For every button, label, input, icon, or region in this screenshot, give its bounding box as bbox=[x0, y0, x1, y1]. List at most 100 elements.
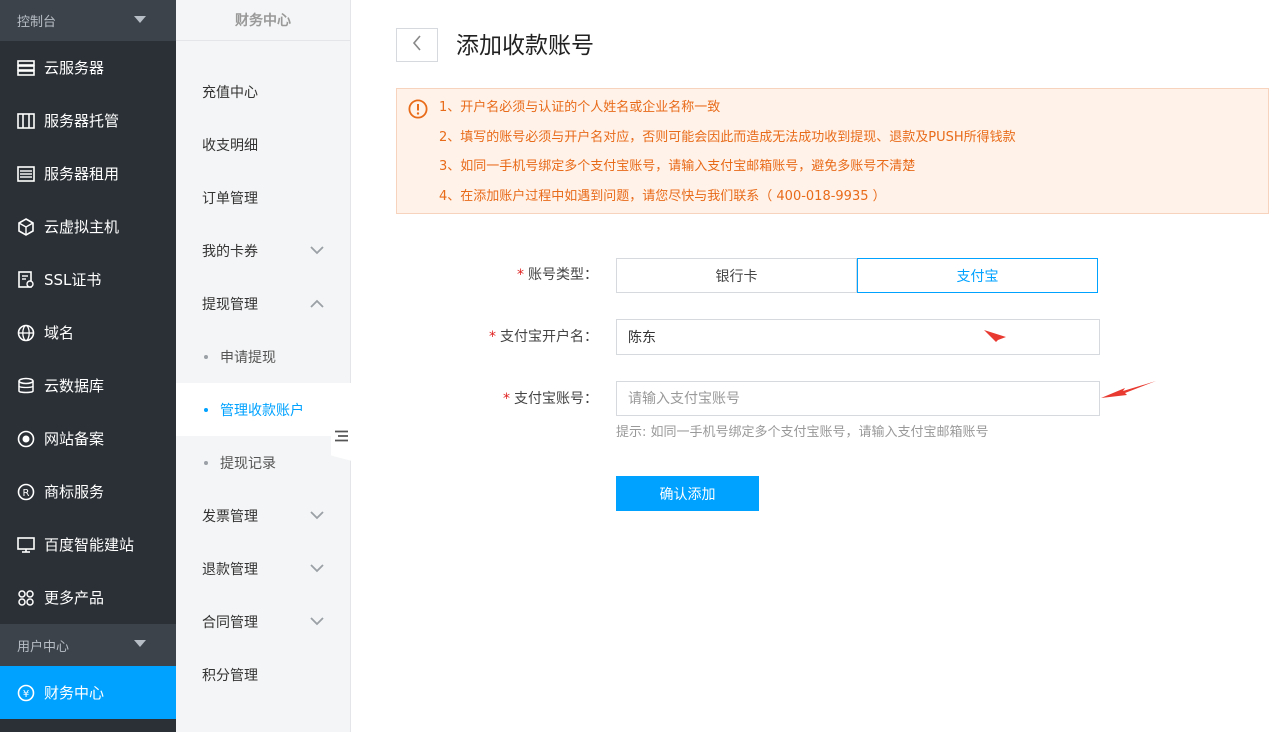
sidebar-item-label: 商标服务 bbox=[44, 483, 105, 501]
subnav-child-withdraw-records[interactable]: 提现记录 bbox=[176, 436, 350, 489]
subnav-item-label: 提现记录 bbox=[220, 455, 276, 472]
trademark-icon: R bbox=[17, 483, 35, 501]
warning-icon bbox=[408, 99, 428, 123]
subnav-item-label: 合同管理 bbox=[202, 614, 258, 631]
back-button[interactable] bbox=[396, 28, 438, 62]
record-icon bbox=[17, 430, 35, 448]
notice-line: 4、在添加账户过程中如遇到问题，请您尽快与我们联系（ 400-018-9935 … bbox=[439, 189, 886, 204]
subnav-item-label: 充值中心 bbox=[202, 84, 258, 101]
subnav-item-transactions[interactable]: 收支明细 bbox=[176, 118, 350, 171]
sidebar-item-server-hosting[interactable]: 服务器托管 bbox=[0, 94, 176, 147]
account-name-label: * 支付宝开户名： bbox=[438, 327, 598, 347]
sidebar-item-label: 更多产品 bbox=[44, 589, 105, 607]
confirm-add-button[interactable]: 确认添加 bbox=[616, 476, 759, 511]
sidebar-item-label: 云数据库 bbox=[44, 377, 105, 395]
main-content: 添加收款账号 1、开户名必须与认证的个人姓名或企业名称一致 2、填写的账号必须与… bbox=[352, 0, 1269, 732]
globe-icon bbox=[17, 324, 35, 342]
sidebar-item-database[interactable]: 云数据库 bbox=[0, 359, 176, 412]
sidebar-item-label: 服务器托管 bbox=[44, 112, 120, 130]
subnav-item-contracts[interactable]: 合同管理 bbox=[176, 595, 350, 648]
sidebar-item-label: 网站备案 bbox=[44, 430, 105, 448]
sidebar-item-more-products[interactable]: 更多产品 bbox=[0, 571, 176, 624]
sidebar-item-ssl[interactable]: SSL证书 bbox=[0, 253, 176, 306]
page-title: 添加收款账号 bbox=[456, 33, 594, 59]
subnav-item-invoices[interactable]: 发票管理 bbox=[176, 489, 350, 542]
subnav-item-orders[interactable]: 订单管理 bbox=[176, 171, 350, 224]
grid-icon bbox=[17, 589, 35, 607]
alipay-account-input[interactable] bbox=[616, 381, 1100, 416]
rack-icon bbox=[17, 112, 35, 130]
sidebar-item-label: 云服务器 bbox=[44, 59, 105, 77]
label-text: 账号类型： bbox=[528, 267, 598, 283]
chevron-down-icon bbox=[310, 243, 324, 259]
database-icon bbox=[17, 377, 35, 395]
notice-line: 1、开户名必须与认证的个人姓名或企业名称一致 bbox=[439, 100, 721, 115]
collapse-subnav-handle[interactable] bbox=[331, 415, 352, 461]
sidebar-item-trademark[interactable]: R 商标服务 bbox=[0, 465, 176, 518]
subnav-item-refunds[interactable]: 退款管理 bbox=[176, 542, 350, 595]
subnav-title: 财务中心 bbox=[176, 0, 350, 41]
required-mark: * bbox=[489, 329, 496, 345]
chevron-up-icon bbox=[310, 296, 324, 312]
sidebar-item-virtual-host[interactable]: 云虚拟主机 bbox=[0, 200, 176, 253]
caret-down-icon bbox=[134, 640, 146, 647]
account-number-label: * 支付宝账号： bbox=[438, 389, 598, 409]
notice-line: 2、填写的账号必须与开户名对应，否则可能会因此而造成无法成功收到提现、退款及PU… bbox=[439, 130, 1016, 145]
subnav-item-label: 收支明细 bbox=[202, 137, 258, 154]
subnav-item-label: 积分管理 bbox=[202, 667, 258, 684]
type-option-alipay[interactable]: 支付宝 bbox=[857, 258, 1098, 293]
notice-box: 1、开户名必须与认证的个人姓名或企业名称一致 2、填写的账号必须与开户名对应，否… bbox=[396, 88, 1269, 214]
caret-down-icon bbox=[134, 16, 146, 23]
form-hint: 提示: 如同一手机号绑定多个支付宝账号，请输入支付宝邮箱账号 bbox=[616, 425, 989, 440]
sidebar-item-cloud-server[interactable]: 云服务器 bbox=[0, 41, 176, 94]
sidebar-item-label: 云虚拟主机 bbox=[44, 218, 120, 236]
sidebar-item-label: 财务中心 bbox=[44, 684, 105, 702]
notice-line: 3、如同一手机号绑定多个支付宝账号，请输入支付宝邮箱账号，避免多账号不清楚 bbox=[439, 159, 916, 174]
sidebar-section-console[interactable]: 控制台 bbox=[0, 0, 176, 41]
chevron-left-icon bbox=[412, 35, 422, 55]
alipay-name-input[interactable] bbox=[616, 319, 1100, 355]
subnav-item-label: 提现管理 bbox=[202, 296, 258, 313]
finance-subnav: 财务中心 充值中心 收支明细 订单管理 我的卡券 提现管理 申请提现 管理收款账… bbox=[176, 0, 352, 732]
svg-text:¥: ¥ bbox=[23, 689, 29, 700]
certificate-icon bbox=[17, 270, 35, 289]
cube-icon bbox=[17, 217, 35, 236]
subnav-item-coupons[interactable]: 我的卡券 bbox=[176, 224, 350, 277]
chevron-down-icon bbox=[310, 508, 324, 524]
sidebar-item-label: 百度智能建站 bbox=[44, 536, 135, 554]
subnav-item-label: 申请提现 bbox=[220, 349, 276, 366]
hamburger-icon bbox=[335, 430, 348, 446]
subnav-item-recharge[interactable]: 充值中心 bbox=[176, 65, 350, 118]
subnav-item-label: 发票管理 bbox=[202, 508, 258, 525]
sidebar-item-icp-record[interactable]: 网站备案 bbox=[0, 412, 176, 465]
list-icon bbox=[17, 165, 35, 183]
required-mark: * bbox=[503, 391, 510, 407]
sidebar-item-server-rental[interactable]: 服务器租用 bbox=[0, 147, 176, 200]
subnav-item-points[interactable]: 积分管理 bbox=[176, 648, 350, 701]
label-text: 支付宝账号： bbox=[514, 391, 598, 407]
sidebar-item-domain[interactable]: 域名 bbox=[0, 306, 176, 359]
subnav-child-withdraw-apply[interactable]: 申请提现 bbox=[176, 330, 350, 383]
required-mark: * bbox=[517, 267, 524, 283]
monitor-icon bbox=[17, 536, 35, 554]
sidebar-item-label: SSL证书 bbox=[44, 271, 102, 289]
svg-text:R: R bbox=[23, 488, 30, 499]
subnav-item-withdraw[interactable]: 提现管理 bbox=[176, 277, 350, 330]
subnav-item-label: 退款管理 bbox=[202, 561, 258, 578]
sidebar-item-finance[interactable]: ¥ 财务中心 bbox=[0, 666, 176, 719]
sidebar-section-user[interactable]: 用户中心 bbox=[0, 624, 176, 666]
sidebar-item-site-builder[interactable]: 百度智能建站 bbox=[0, 518, 176, 571]
account-type-toggle: 银行卡 支付宝 bbox=[616, 258, 1098, 293]
subnav-item-label: 订单管理 bbox=[202, 190, 258, 207]
subnav-item-label: 管理收款账户 bbox=[220, 402, 304, 419]
bullet-dot bbox=[204, 407, 208, 412]
bullet-dot bbox=[204, 460, 208, 465]
yen-icon: ¥ bbox=[17, 684, 35, 702]
bullet-dot bbox=[204, 354, 208, 359]
chevron-down-icon bbox=[310, 561, 324, 577]
server-icon bbox=[17, 59, 35, 77]
type-option-bank[interactable]: 银行卡 bbox=[616, 258, 857, 293]
main-sidebar: 控制台 云服务器 服务器托管 服务器租用 云虚拟主机 SSL证书 域名 云数据库… bbox=[0, 0, 176, 732]
subnav-child-manage-accounts[interactable]: 管理收款账户 bbox=[176, 383, 352, 436]
sidebar-section-label: 控制台 bbox=[17, 15, 57, 30]
